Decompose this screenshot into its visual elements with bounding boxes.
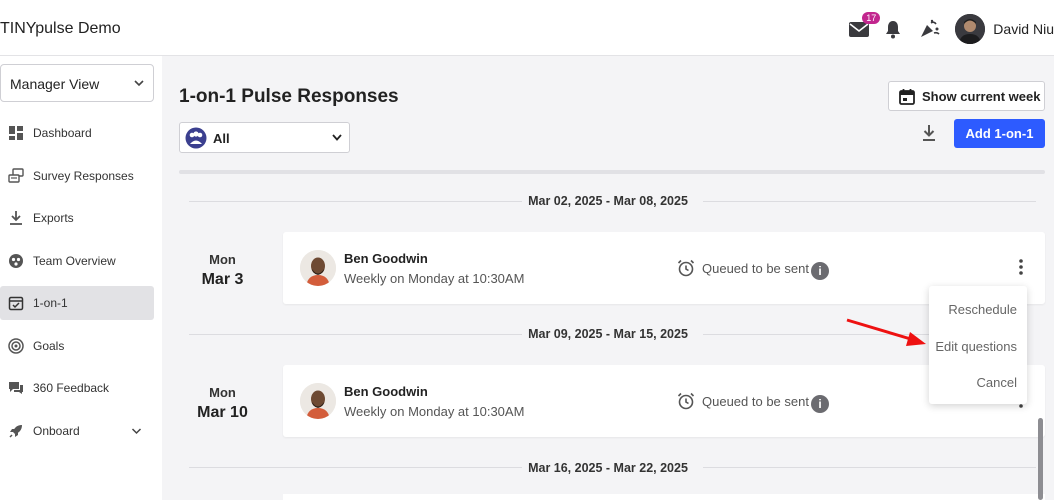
day-name: Mon: [209, 385, 236, 400]
sidebar-item-onboard[interactable]: Onboard: [0, 414, 154, 448]
page-title: 1-on-1 Pulse Responses: [179, 86, 399, 107]
day-date: Mar 10: [197, 404, 248, 421]
day-name: Mon: [209, 252, 236, 267]
bell-icon: [886, 21, 901, 39]
schedule-text: Weekly on Monday at 10:30AM: [344, 271, 525, 286]
team-group-icon: [185, 127, 207, 149]
scrollbar-thumb[interactable]: [1038, 418, 1043, 500]
day-date: Mar 3: [201, 271, 244, 288]
divider: [703, 467, 1036, 468]
divider: [703, 201, 1036, 202]
sidebar-item-label: Exports: [33, 211, 74, 225]
alarm-clock-icon: [677, 259, 695, 277]
sidebar-item-label: Onboard: [33, 423, 80, 438]
top-bar: TINYpulse Demo 17 David Niu: [0, 0, 1054, 56]
person-photo-icon: [300, 250, 336, 286]
survey-responses-icon: [8, 167, 24, 183]
target-icon: [8, 337, 24, 354]
show-current-week-label: Show current week: [922, 89, 1041, 104]
schedule-text: Weekly on Monday at 10:30AM: [344, 404, 525, 419]
team-filter-select[interactable]: All: [179, 122, 350, 153]
calendar-check-icon: [8, 296, 24, 311]
day-column: Mon Mar 10: [162, 385, 283, 422]
download-icon[interactable]: [921, 124, 937, 142]
user-name[interactable]: David Niu: [993, 21, 1054, 37]
sidebar-item-label: 1-on-1: [33, 296, 68, 310]
one-on-one-card[interactable]: [283, 494, 1045, 500]
menu-item-edit-questions[interactable]: Edit questions: [935, 339, 1017, 354]
more-options-icon[interactable]: [1017, 258, 1025, 276]
download-icon: [10, 211, 22, 225]
week-range-label: Mar 16, 2025 - Mar 22, 2025: [528, 461, 688, 475]
sidebar-item-label: Survey Responses: [33, 168, 134, 183]
sidebar-item-label: 360 Feedback: [33, 381, 110, 395]
chevron-down-icon: [332, 134, 342, 141]
party-popper-icon: [921, 19, 940, 37]
sidebar-item-goals[interactable]: Goals: [0, 329, 154, 363]
sidebar-item-label: Dashboard: [33, 126, 92, 140]
info-icon[interactable]: i: [811, 262, 829, 280]
menu-item-cancel[interactable]: Cancel: [977, 375, 1017, 390]
info-icon[interactable]: i: [811, 395, 829, 413]
chevron-down-icon[interactable]: [131, 427, 142, 435]
header-divider: [179, 170, 1045, 174]
view-select[interactable]: Manager View: [0, 64, 154, 102]
notifications-button[interactable]: [885, 19, 903, 39]
menu-item-reschedule[interactable]: Reschedule: [948, 302, 1017, 317]
sidebar-item-label: Goals: [33, 338, 65, 353]
avatar: [300, 383, 336, 419]
sidebar-nav: Dashboard Survey Responses Exports Team …: [0, 116, 162, 456]
team-overview-icon: [9, 253, 23, 268]
main-content: 1-on-1 Pulse Responses Show current week…: [162, 56, 1054, 500]
sidebar-item-exports[interactable]: Exports: [0, 201, 154, 235]
sidebar-item-label: Team Overview: [33, 253, 116, 268]
sidebar-item-360-feedback[interactable]: 360 Feedback: [0, 371, 154, 405]
rocket-icon: [9, 424, 22, 438]
sidebar-item-dashboard[interactable]: Dashboard: [0, 116, 154, 150]
status-text: Queued to be sent: [702, 261, 809, 276]
chevron-down-icon: [134, 80, 144, 87]
team-filter-value: All: [213, 131, 230, 146]
top-right-actions: 17 David Niu: [849, 12, 1054, 44]
mail-count-badge: 17: [862, 12, 881, 24]
chat-bubbles-icon: [9, 382, 23, 394]
card-options-menu: Reschedule Edit questions Cancel: [929, 286, 1027, 404]
mail-button[interactable]: 17: [849, 12, 881, 39]
sidebar-item-team-overview[interactable]: Team Overview: [0, 244, 154, 278]
dashboard-icon: [9, 126, 23, 140]
day-column: Mon Mar 3: [162, 252, 283, 289]
app-title: TINYpulse Demo: [0, 20, 121, 37]
celebrate-button[interactable]: [919, 19, 941, 39]
avatar: [300, 250, 336, 286]
person-photo-icon: [300, 383, 336, 419]
show-current-week-button[interactable]: Show current week: [888, 81, 1045, 111]
user-avatar[interactable]: [955, 14, 986, 44]
alarm-clock-icon: [677, 392, 695, 410]
sidebar-item-1-on-1[interactable]: 1-on-1: [0, 286, 154, 320]
person-name: Ben Goodwin: [344, 251, 428, 266]
mail-icon: [849, 22, 870, 37]
status-text: Queued to be sent: [702, 394, 809, 409]
calendar-icon: [899, 89, 915, 105]
user-photo-icon: [955, 14, 986, 44]
add-1-on-1-button[interactable]: Add 1-on-1: [954, 119, 1045, 148]
view-select-value: Manager View: [10, 76, 100, 92]
divider: [703, 334, 929, 335]
sidebar: Manager View Dashboard Survey Responses: [0, 56, 162, 500]
person-name: Ben Goodwin: [344, 384, 428, 399]
sidebar-item-survey-responses[interactable]: Survey Responses: [0, 159, 154, 193]
